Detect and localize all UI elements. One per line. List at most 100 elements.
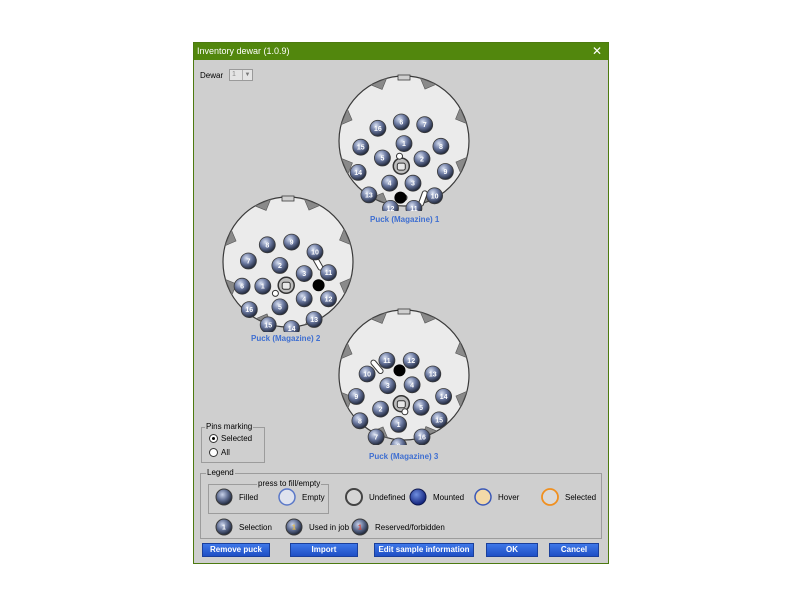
puck-pin[interactable]: 10 — [306, 243, 324, 261]
puck-pin[interactable]: 5 — [271, 298, 289, 316]
puck-pin[interactable]: 2 — [271, 257, 289, 274]
puck-pin[interactable]: 2 — [372, 400, 389, 418]
puck-pin[interactable]: 4 — [295, 290, 313, 308]
puck-notch — [397, 308, 411, 315]
puck-pin[interactable]: 12 — [402, 352, 420, 369]
edit-sample-information-button[interactable]: Edit sample information — [374, 543, 474, 557]
cancel-button[interactable]: Cancel — [549, 543, 599, 557]
pin-number: 1 — [402, 141, 406, 148]
radio-selected-label: Selected — [221, 434, 253, 443]
radio-selected[interactable]: Selected — [209, 434, 253, 444]
undefined-pin-icon — [345, 488, 363, 506]
ok-button[interactable]: OK — [486, 543, 538, 557]
puck-pin[interactable]: 9 — [437, 163, 454, 180]
hover-pin-icon — [474, 488, 492, 506]
puck-pin[interactable]: 1 — [254, 277, 272, 295]
puck-pin[interactable]: 4 — [381, 174, 398, 192]
puck-pin[interactable]: 5 — [374, 149, 391, 167]
pin-number: 5 — [380, 156, 384, 163]
remove-puck-button[interactable]: Remove puck — [202, 543, 270, 557]
import-button[interactable]: Import — [290, 543, 358, 557]
legend-used-in-job-label: Used in job — [309, 523, 350, 532]
puck-pin[interactable]: 13 — [424, 365, 442, 383]
radio-all-label: All — [221, 448, 230, 457]
puck-pin[interactable]: 3 — [379, 377, 397, 395]
puck-pin[interactable]: 15 — [259, 316, 277, 332]
pin-number: 7 — [246, 259, 250, 266]
puck-pin[interactable]: 11 — [320, 264, 337, 282]
puck-pin[interactable]: 6 — [392, 113, 410, 131]
pin-number: 16 — [374, 126, 382, 133]
pin-number: 1 — [397, 422, 401, 429]
puck-1[interactable]: 123456 78910111213141516 — [334, 71, 474, 211]
puck-pin[interactable]: 3 — [404, 174, 422, 192]
puck-pin[interactable]: 8 — [432, 137, 450, 155]
legend-filled-label: Filled — [239, 493, 259, 502]
pin-number: 8 — [358, 418, 362, 425]
radio-all[interactable]: All — [209, 448, 230, 458]
puck-pin[interactable]: 5 — [412, 398, 430, 416]
pin-number: 4 — [302, 296, 306, 303]
puck-pin[interactable]: 16 — [240, 301, 258, 318]
puck-pin[interactable]: 14 — [349, 164, 367, 181]
puck-pin[interactable]: 13 — [305, 311, 323, 328]
puck-pin[interactable]: 14 — [435, 388, 452, 405]
puck-3[interactable]: 12345678910111213141516 — [334, 305, 474, 445]
puck-pin[interactable]: 7 — [416, 116, 434, 134]
legend-mounted-label: Mounted — [433, 493, 465, 502]
pin-number: 16 — [418, 435, 426, 442]
puck-pin[interactable]: 3 — [295, 265, 313, 282]
legend-group: Legend press to fill/empty Filled Empty … — [200, 468, 602, 539]
puck-pin[interactable]: 1 — [395, 135, 413, 152]
pin-number: 4 — [388, 181, 392, 188]
pin-number: 12 — [325, 296, 333, 303]
svg-text:1: 1 — [222, 525, 226, 532]
pin-number: 15 — [357, 145, 365, 152]
pin-number: 11 — [383, 358, 391, 365]
pin-number: 16 — [245, 307, 253, 314]
puck-pin[interactable]: 2 — [413, 150, 431, 168]
radio-all-dot[interactable] — [209, 448, 218, 458]
puck-pin[interactable]: 16 — [413, 428, 431, 445]
pin-number: 13 — [310, 317, 318, 324]
pin-number: 10 — [311, 250, 319, 257]
puck-pin[interactable]: 15 — [430, 411, 448, 429]
press-to-fill-title: press to fill/empty — [257, 479, 322, 488]
window-title: Inventory dewar (1.0.9) — [197, 46, 290, 56]
close-icon[interactable]: ✕ — [592, 43, 602, 60]
puck-pin[interactable]: 16 — [369, 119, 387, 137]
puck-pin[interactable]: 8 — [258, 236, 276, 254]
puck-pin[interactable]: 9 — [283, 233, 300, 251]
pin-number: 14 — [354, 170, 362, 177]
selection-pin-icon: 1 — [215, 518, 233, 536]
dewar-select[interactable]: 1 ▼ — [229, 69, 253, 81]
puck-pin[interactable]: 13 — [360, 186, 378, 204]
puck-pin[interactable]: 7 — [367, 428, 385, 445]
pin-number: 9 — [443, 169, 447, 176]
puck-1-label: Puck (Magazine) 1 — [370, 215, 440, 224]
pins-marking-title: Pins marking — [205, 422, 254, 431]
puck-hole — [401, 408, 409, 416]
pins-marking-group: Pins marking Selected All — [201, 422, 265, 463]
puck-hole — [271, 289, 279, 297]
pin-number: 6 — [397, 444, 401, 446]
puck-pin[interactable]: 7 — [239, 252, 257, 270]
pin-number: 10 — [363, 372, 371, 379]
puck-pin[interactable]: 10 — [426, 187, 443, 205]
pin-number: 6 — [240, 284, 244, 291]
title-bar: Inventory dewar (1.0.9) ✕ — [194, 43, 608, 60]
puck-notch — [397, 74, 411, 81]
puck-pin[interactable]: 4 — [403, 376, 421, 394]
puck-pin[interactable]: 10 — [358, 365, 376, 383]
radio-selected-dot[interactable] — [209, 434, 218, 444]
selected-pin-icon — [541, 488, 559, 506]
puck-pin[interactable]: 9 — [347, 388, 365, 405]
puck-pin[interactable]: 1 — [390, 416, 407, 433]
legend-selected-label: Selected — [565, 493, 597, 502]
puck-pin[interactable]: 11 — [378, 352, 396, 369]
pin-number: 7 — [423, 122, 427, 129]
chevron-down-icon[interactable]: ▼ — [242, 70, 252, 80]
puck-pin[interactable]: 15 — [352, 138, 370, 156]
puck-pin[interactable]: 6 — [233, 277, 251, 295]
puck-pin[interactable]: 8 — [351, 412, 369, 430]
